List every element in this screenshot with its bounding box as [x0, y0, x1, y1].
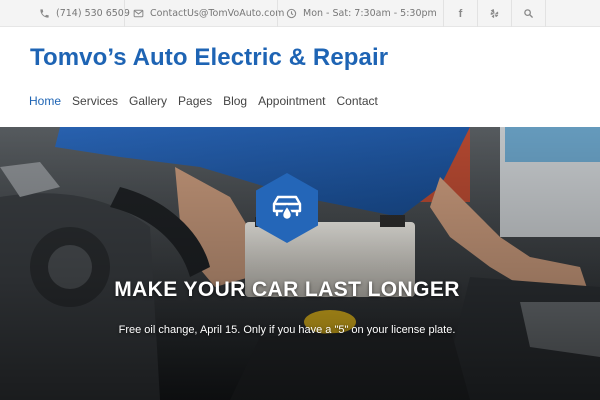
car-oil-badge [256, 173, 318, 243]
nav-item-pages[interactable]: Pages [178, 94, 212, 108]
clock-icon [286, 8, 297, 19]
envelope-icon [133, 9, 144, 18]
email-address: ContactUs@TomVoAuto.com [150, 8, 285, 19]
yelp-icon [490, 9, 499, 18]
facebook-icon: f [458, 7, 463, 20]
hero-title: MAKE YOUR CAR LAST LONGER [114, 278, 460, 301]
nav-item-blog[interactable]: Blog [223, 94, 247, 108]
topbar-divider [277, 0, 278, 27]
yelp-link[interactable] [478, 0, 511, 27]
hero-background-image [0, 127, 600, 400]
top-bar: (714) 530 6509 ContactUs@TomVoAuto.com M… [0, 0, 600, 27]
nav-item-home[interactable]: Home [29, 94, 61, 108]
hours-text: Mon - Sat: 7:30am - 5:30pm [303, 8, 437, 19]
nav-item-gallery[interactable]: Gallery [129, 94, 167, 108]
email-contact[interactable]: ContactUs@TomVoAuto.com [133, 0, 284, 27]
nav-item-appointment[interactable]: Appointment [258, 94, 325, 108]
facebook-link[interactable]: f [444, 0, 477, 27]
main-navigation: Home Services Gallery Pages Blog Appoint… [29, 94, 389, 108]
site-title[interactable]: Tomvo’s Auto Electric & Repair [30, 44, 388, 72]
search-button[interactable] [512, 0, 545, 27]
search-icon [524, 9, 533, 18]
phone-contact[interactable]: (714) 530 6509 [39, 0, 130, 27]
business-hours: Mon - Sat: 7:30am - 5:30pm [286, 0, 437, 27]
nav-item-contact[interactable]: Contact [337, 94, 378, 108]
phone-icon [40, 9, 49, 18]
topbar-divider [545, 0, 546, 27]
phone-number: (714) 530 6509 [56, 8, 130, 19]
topbar-divider [124, 0, 125, 27]
nav-item-services[interactable]: Services [72, 94, 118, 108]
hero-banner: MAKE YOUR CAR LAST LONGER Free oil chang… [0, 127, 600, 400]
hero-subtitle: Free oil change, April 15. Only if you h… [118, 324, 456, 336]
